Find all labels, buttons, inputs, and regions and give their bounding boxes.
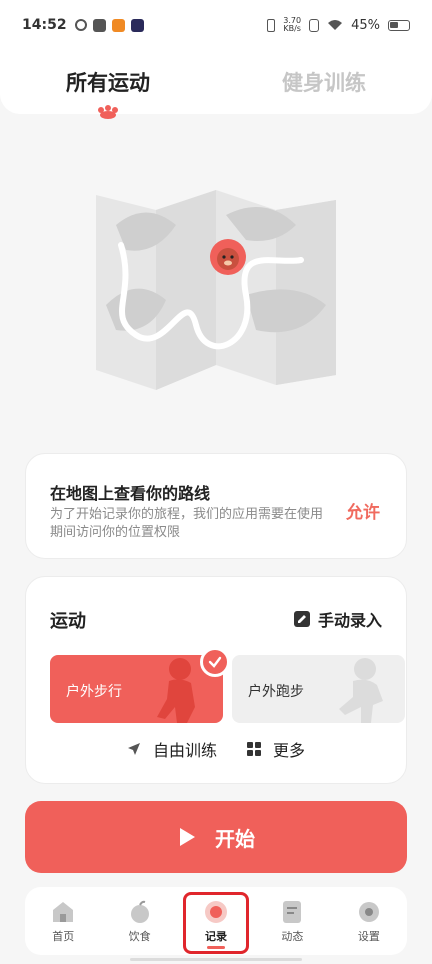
start-button-label: 开始: [215, 826, 255, 851]
outdoor-run-option[interactable]: 户外跑步: [232, 655, 405, 723]
tab-all-sports[interactable]: 所有运动: [0, 67, 216, 119]
home-icon: [53, 902, 74, 922]
nav-item-feed[interactable]: 动态: [254, 887, 330, 944]
notification-icons: [74, 18, 144, 32]
running-bear-icon: [339, 658, 383, 723]
selected-check-icon: [200, 647, 230, 677]
permission-title: 在地图上查看你的路线: [50, 484, 211, 503]
outdoor-walk-label: 户外步行: [66, 684, 122, 700]
network-speed: 3.70 KB/s: [283, 17, 301, 33]
edit-icon: [293, 611, 310, 627]
more-button[interactable]: 更多: [247, 737, 305, 761]
status-time: 14:52: [22, 17, 67, 33]
battery-percent: 45%: [351, 17, 380, 33]
cloud-icon: [74, 19, 87, 31]
manual-entry-label: 手动录入: [317, 611, 382, 630]
apple-icon: [130, 900, 149, 923]
paw-indicator-icon: [98, 105, 118, 119]
outdoor-walk-option[interactable]: 户外步行: [50, 655, 223, 723]
map-illustration: [96, 190, 336, 390]
nav-label-settings: 设置: [357, 930, 380, 943]
app-icon: [111, 18, 125, 32]
net-speed-unit: KB/s: [283, 24, 301, 33]
wifi-icon: [328, 20, 343, 30]
no-sim-icon: [309, 18, 320, 32]
nav-item-diet[interactable]: 饮食: [101, 887, 177, 944]
allow-button[interactable]: 允许: [346, 498, 380, 523]
outdoor-run-label: 户外跑步: [248, 684, 304, 700]
status-bar: 14:52 3.70 KB/s 45%: [0, 0, 432, 50]
nav-label-home: 首页: [52, 930, 75, 943]
battery-icon: [388, 19, 410, 31]
mail-icon: [92, 18, 106, 32]
play-icon: [180, 828, 195, 846]
permission-description: 为了开始记录你的旅程，我们的应用需要在使用期间访问你的位置权限: [50, 507, 324, 540]
sport-selection-card: 运动 手动录入 户外步行 户外跑步 自由训练 更多: [25, 576, 407, 784]
nav-label-feed: 动态: [281, 930, 304, 943]
send-icon: [127, 743, 140, 755]
status-right: 3.70 KB/s 45%: [267, 17, 410, 33]
play-icon: [130, 18, 144, 32]
tab-fitness-training[interactable]: 健身训练: [216, 67, 432, 97]
manual-entry-button[interactable]: 手动录入: [293, 607, 382, 631]
nav-label-diet: 饮食: [128, 930, 151, 943]
location-permission-card: 在地图上查看你的路线 为了开始记录你的旅程，我们的应用需要在使用期间访问你的位置…: [25, 453, 407, 559]
nav-item-home[interactable]: 首页: [25, 887, 101, 944]
home-indicator: [130, 958, 302, 961]
gear-icon: [358, 902, 379, 922]
tab-all-sports-label: 所有运动: [66, 71, 150, 95]
tab-fitness-training-label: 健身训练: [282, 71, 366, 95]
nav-item-settings[interactable]: 设置: [331, 887, 407, 944]
feed-icon: [283, 901, 302, 923]
more-label: 更多: [273, 741, 306, 760]
sport-links: 自由训练 更多: [26, 737, 406, 761]
free-training-label: 自由训练: [152, 741, 217, 760]
start-button[interactable]: 开始: [25, 801, 407, 873]
vibrate-icon: [267, 18, 276, 32]
sport-card-title: 运动: [50, 611, 86, 632]
free-training-button[interactable]: 自由训练: [127, 737, 217, 761]
top-tab-bar: 所有运动 健身训练: [0, 50, 432, 119]
active-tab-highlight: [183, 892, 249, 954]
grid-icon: [247, 742, 261, 756]
